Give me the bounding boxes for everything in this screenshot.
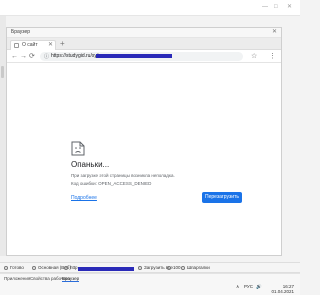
status-bar: Готово Основная (Веб) http Загрузить все… bbox=[0, 262, 300, 273]
close-button[interactable]: ✕ bbox=[287, 2, 292, 12]
site-info-icon[interactable]: ⓘ bbox=[44, 53, 49, 60]
sad-document-icon bbox=[71, 141, 85, 156]
rail-marker bbox=[1, 66, 4, 78]
error-description: При загрузке этой страницы возникла непо… bbox=[71, 173, 175, 178]
new-tab-button[interactable]: + bbox=[60, 39, 65, 49]
screen: — □ ✕ Браузер ✕ О сайт ✕ + ← → ⟳ ⓘ https… bbox=[0, 0, 300, 295]
profile-icon bbox=[32, 265, 36, 270]
window-title: Браузер bbox=[11, 29, 31, 35]
status-zoom-label: 100 bbox=[173, 265, 181, 270]
forward-icon[interactable]: → bbox=[20, 52, 27, 61]
taskbar: Приложения Свойства рабочего Браузер ∧ Р… bbox=[0, 273, 300, 295]
error-code: Код ошибки: OPEN_ACCESS_DENIED bbox=[71, 181, 152, 186]
host-toolbar: — □ ✕ bbox=[0, 0, 300, 16]
status-ready: Готово bbox=[4, 265, 24, 270]
status-link[interactable]: http bbox=[64, 265, 78, 270]
status-ready-label: Готово bbox=[10, 265, 24, 270]
taskbar-item-apps[interactable]: Приложения bbox=[4, 276, 30, 281]
browser-window: Браузер ✕ О сайт ✕ + ← → ⟳ ⓘ https://stu… bbox=[6, 27, 282, 256]
back-icon[interactable]: ← bbox=[11, 52, 18, 61]
clock-date: 01.04.2021 bbox=[271, 289, 294, 294]
notes-icon bbox=[181, 265, 185, 270]
reload-button[interactable]: Перезагрузить bbox=[202, 192, 242, 203]
link-icon bbox=[64, 265, 68, 270]
tray-expand-icon[interactable]: ∧ bbox=[236, 284, 239, 290]
page-icon bbox=[14, 43, 19, 48]
taskbar-item-browser[interactable]: Браузер bbox=[62, 276, 80, 282]
volume-icon[interactable]: 🔊 bbox=[256, 284, 262, 290]
download-icon bbox=[138, 265, 142, 270]
details-link[interactable]: Подробнее bbox=[71, 195, 97, 201]
reload-icon[interactable]: ⟳ bbox=[29, 52, 35, 61]
right-panel bbox=[283, 16, 300, 256]
tab-close-icon[interactable]: ✕ bbox=[48, 41, 53, 48]
status-redaction bbox=[78, 267, 134, 271]
url-text: https://studygid.ru/sy/ bbox=[51, 53, 99, 59]
status-zoom[interactable]: 100 bbox=[167, 265, 181, 270]
tab-label: О сайт bbox=[22, 42, 38, 48]
tray-language[interactable]: РУС bbox=[244, 284, 253, 289]
tab-strip: О сайт ✕ + bbox=[7, 38, 281, 50]
zoom-icon bbox=[167, 265, 171, 270]
window-close-icon[interactable]: ✕ bbox=[272, 28, 277, 35]
status-link-label: http bbox=[70, 265, 78, 270]
error-page: Опаньки... При загрузке этой страницы во… bbox=[7, 65, 281, 255]
status-notes[interactable]: Шпаргалки bbox=[181, 265, 210, 270]
url-redaction bbox=[96, 54, 172, 58]
error-title: Опаньки... bbox=[71, 160, 110, 169]
maximize-button[interactable]: □ bbox=[274, 2, 278, 12]
bookmark-star-icon[interactable]: ☆ bbox=[251, 52, 257, 60]
minimize-button[interactable]: — bbox=[262, 2, 268, 12]
navigation-bar: ← → ⟳ ⓘ https://studygid.ru/sy/ ☆ ⋮ bbox=[7, 50, 281, 63]
tab-active[interactable]: О сайт ✕ bbox=[10, 40, 56, 50]
clock[interactable]: 16:27 01.04.2021 bbox=[271, 284, 294, 294]
address-bar[interactable]: ⓘ https://studygid.ru/sy/ bbox=[40, 52, 243, 61]
window-titlebar: Браузер ✕ bbox=[7, 28, 281, 38]
menu-icon[interactable]: ⋮ bbox=[269, 52, 276, 60]
status-notes-label: Шпаргалки bbox=[187, 265, 210, 270]
status-icon bbox=[4, 265, 8, 270]
